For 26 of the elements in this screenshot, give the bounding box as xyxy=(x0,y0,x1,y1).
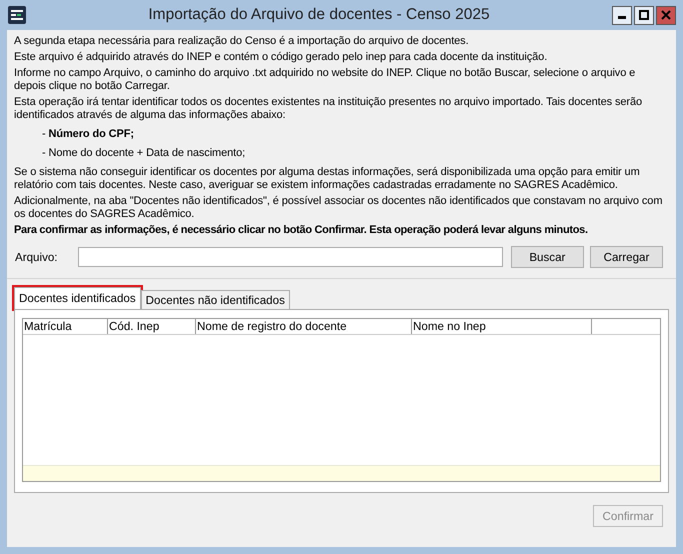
tab[interactable]: Docentes não identificados xyxy=(140,290,290,309)
instruction-text: Esta operação irá tentar identificar todos os docentes existentes na instituição presentes no arquivo importado. Tais docentes serão identificados através de alguma das informações abaixo: xyxy=(14,96,644,122)
file-label: Arquivo: xyxy=(14,250,59,264)
instruction-text: Adicionalmente, na aba "Docentes não identificados", é possível associar os docentes não identificados que constavam no arquivo com os docentes do SAGRES Acadêmico. xyxy=(14,195,664,221)
criteria-item: - Nome do docente + Data de nascimento; xyxy=(42,147,246,160)
maximize-icon xyxy=(639,10,649,20)
instruction-text: Se o sistema não conseguir identificar os docentes por alguma destas informações, será disponibilizada uma opção para emitir um relatório com tais docentes. Neste caso, averiguar se existem informações cadastradas erradamente no SAGRES Acadêmico. xyxy=(14,166,641,192)
instruction-text: A segunda etapa necessária para realização do Censo é a importação do arquivo de docentes. xyxy=(14,35,470,48)
column-header[interactable]: Matrícula xyxy=(23,319,108,334)
window-title: Importação do Arquivo de docentes - Censo 2025 xyxy=(147,6,491,24)
close-button[interactable] xyxy=(656,6,676,24)
app-icon xyxy=(8,6,26,24)
action-button[interactable]: Carregar xyxy=(590,246,664,268)
instruction-text: Este arquivo é adquirido através do INEP e contém o código gerado pelo inep para cada docente da instituição. xyxy=(14,51,548,64)
column-header[interactable]: Nome no Inep xyxy=(412,319,592,334)
instruction-text: Para confirmar as informações, é necessário clicar no botão Confirmar. Esta operação poderá levar alguns minutos. xyxy=(14,224,589,237)
tab[interactable]: Docentes identificados xyxy=(14,287,141,309)
instruction-text: Informe no campo Arquivo, o caminho do arquivo .txt adquirido no website do INEP. Clique no botão Buscar, selecione o arquivo e depois clique no botão Carregar. xyxy=(14,67,636,93)
file-path-field[interactable] xyxy=(78,247,503,267)
close-icon xyxy=(661,10,671,20)
minimize-button[interactable] xyxy=(612,6,632,24)
maximize-button[interactable] xyxy=(634,6,654,24)
column-header[interactable]: Nome de registro do docente xyxy=(196,319,412,334)
criteria-item: - Número do CPF; xyxy=(42,128,135,141)
action-button[interactable]: Buscar xyxy=(510,246,584,268)
column-header[interactable]: Cód. Inep xyxy=(108,319,196,334)
